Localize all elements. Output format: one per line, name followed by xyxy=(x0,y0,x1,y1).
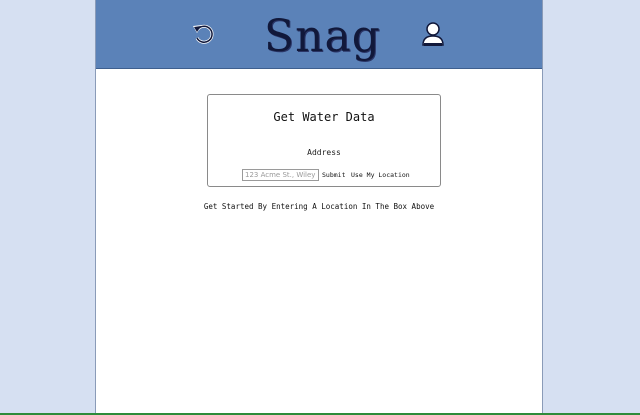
address-input[interactable] xyxy=(242,169,319,181)
page-container: Snag Get Water Data Address Submit Use M… xyxy=(95,0,543,415)
card-title: Get Water Data xyxy=(273,110,375,124)
use-my-location-button[interactable]: Use My Location xyxy=(351,171,410,179)
app-header: Snag xyxy=(96,0,542,69)
water-data-card: Get Water Data Address Submit Use My Loc… xyxy=(207,94,441,187)
app-logo[interactable]: Snag xyxy=(264,12,381,62)
user-icon[interactable] xyxy=(420,20,446,48)
address-label: Address xyxy=(307,148,341,157)
get-started-hint: Get Started By Entering A Location In Th… xyxy=(203,202,435,211)
submit-button[interactable]: Submit xyxy=(322,171,345,179)
refresh-icon[interactable] xyxy=(190,20,218,48)
